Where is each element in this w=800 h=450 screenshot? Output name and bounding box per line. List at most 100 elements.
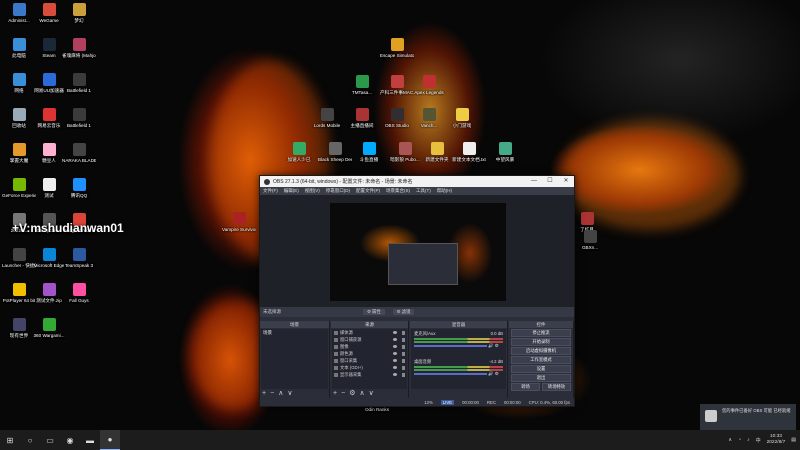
source-row[interactable]: 窗口捕获源 (332, 336, 407, 343)
tab-transition-effects[interactable]: 转场特效 (542, 383, 571, 391)
volume-icon[interactable]: ♪ (747, 437, 750, 443)
folder-icon[interactable]: ▬ (80, 430, 100, 450)
properties-button[interactable]: ⚙ 属性 (363, 309, 385, 315)
volume-slider[interactable] (414, 373, 487, 375)
move-up-icon[interactable]: ∧ (278, 390, 283, 398)
desktop-icon[interactable]: 产科三件事MAC... (380, 75, 414, 96)
chrome-icon[interactable]: ◉ (60, 430, 80, 450)
tray-expand-icon[interactable]: ∧ (728, 437, 732, 443)
source-row[interactable]: 窗口采集 (332, 357, 407, 364)
desktop-icon[interactable]: 腾讯QQ (62, 178, 96, 199)
source-row[interactable]: 图像 (332, 343, 407, 350)
desktop-icon[interactable]: GeForce Experience (2, 178, 36, 199)
menu-docks[interactable]: 停靠窗口(D) (326, 188, 350, 194)
desktop-icon[interactable]: 现有世界 (2, 318, 36, 339)
add-icon[interactable]: + (333, 390, 337, 398)
filters-button[interactable]: ⚙ 滤镜 (392, 309, 415, 315)
desktop-icon[interactable]: 测试 (32, 178, 66, 199)
menu-tools[interactable]: 工具(T) (416, 188, 431, 194)
notification-center-icon[interactable]: ▤ (791, 437, 796, 443)
notification-toast[interactable]: 您的事件已备好 OBS 可能 已经就绪 (700, 404, 796, 430)
desktop-icon[interactable]: 网易云音乐 (32, 108, 66, 129)
search-icon[interactable]: ○ (20, 430, 40, 450)
stop-streaming-button[interactable]: 停止推流 (511, 329, 571, 337)
desktop-icon[interactable]: 斗鱼直播 (352, 142, 386, 163)
preview-canvas[interactable] (330, 203, 506, 301)
start-recording-button[interactable]: 开始录制 (511, 338, 571, 346)
menu-help[interactable]: 帮助(H) (437, 188, 452, 194)
desktop-icon[interactable]: 加速人少已 (282, 142, 316, 163)
visibility-eye-icon[interactable] (393, 359, 397, 362)
studio-mode-button[interactable]: 工作室模式 (511, 356, 571, 364)
scenes-list[interactable]: 场景 (261, 329, 328, 389)
move-down-icon[interactable]: ∨ (369, 390, 374, 398)
desktop-icon[interactable]: 网易UU加速器 (32, 73, 66, 94)
desktop-icon[interactable]: 小门游戏 (445, 108, 479, 129)
desktop-icon[interactable]: Apex Legends (412, 75, 446, 96)
desktop-icon[interactable]: Administ... (2, 3, 36, 24)
menu-view[interactable]: 视图(V) (305, 188, 320, 194)
menu-file[interactable]: 文件(F) (263, 188, 278, 194)
start-virtual-camera-button[interactable]: 启动虚拟摄像机 (511, 347, 571, 355)
desktop-icon[interactable]: 梦幻 (62, 3, 96, 24)
move-down-icon[interactable]: ∨ (287, 390, 292, 398)
menu-scene-collection[interactable]: 场景集合(S) (386, 188, 410, 194)
desktop-icon[interactable]: Lords Mobile (310, 108, 344, 129)
lock-icon[interactable] (402, 351, 405, 356)
desktop-icon[interactable]: TeamSpeak 3 (62, 248, 96, 269)
remove-icon[interactable]: − (341, 390, 345, 398)
desktop-icon[interactable]: NARAKA BLADEPOI... (62, 143, 96, 164)
desktop-icon[interactable]: WeGame (32, 3, 66, 24)
desktop-icon[interactable]: 网络 (2, 73, 36, 94)
remove-icon[interactable]: − (270, 390, 274, 398)
visibility-eye-icon[interactable] (393, 331, 397, 334)
desktop-icon[interactable]: OBS Studio (380, 108, 414, 129)
desktop-icon[interactable]: Black Sheep Demo (318, 142, 352, 163)
task-view-icon[interactable]: ▭ (40, 430, 60, 450)
visibility-eye-icon[interactable] (393, 338, 397, 341)
maximize-button[interactable]: ☐ (542, 176, 558, 187)
menu-profile[interactable]: 配置文件(P) (356, 188, 380, 194)
desktop-icon[interactable]: TMTasa... (345, 75, 379, 96)
desktop-icon[interactable]: Fall Guys (62, 283, 96, 304)
scene-item[interactable]: 场景 (261, 329, 328, 337)
desktop-icon[interactable]: Steam (32, 38, 66, 59)
desktop-icon[interactable]: 此电脑 (2, 38, 36, 59)
desktop-icon[interactable]: Battlefield 1 (62, 108, 96, 129)
volume-slider[interactable] (414, 345, 487, 347)
desktop-icon[interactable]: Microsoft Edge (32, 248, 66, 269)
menu-edit[interactable]: 编辑(E) (284, 188, 299, 194)
source-row[interactable]: 颜色源 (332, 350, 407, 357)
source-row[interactable]: 显示器采集 (332, 371, 407, 378)
gear-icon[interactable]: ⚙ (349, 390, 355, 398)
visibility-eye-icon[interactable] (393, 352, 397, 355)
source-row[interactable]: 媒体源 (332, 329, 407, 336)
desktop-icon[interactable]: 糖豆人 (32, 143, 66, 164)
add-icon[interactable]: + (262, 390, 266, 398)
desktop-icon[interactable]: 测试文件.zip (32, 283, 66, 304)
lock-icon[interactable] (402, 330, 405, 335)
lock-icon[interactable] (402, 358, 405, 363)
desktop-icon[interactable]: PotPlayer 64 bit (2, 283, 36, 304)
lock-icon[interactable] (402, 344, 405, 349)
source-row[interactable]: 文本 (GDI+) (332, 364, 407, 371)
visibility-eye-icon[interactable] (393, 366, 397, 369)
clock[interactable]: 10:33 2022/8/7 (767, 434, 786, 446)
speaker-icon[interactable]: 🔊 (488, 371, 493, 376)
move-up-icon[interactable]: ∧ (359, 390, 364, 398)
settings-button[interactable]: 设置 (511, 365, 571, 373)
windows-start-icon[interactable]: ⊞ (0, 430, 20, 450)
input-language[interactable]: 中 (756, 437, 761, 444)
desktop-icon[interactable]: 回收站 (2, 108, 36, 129)
desktop-icon[interactable]: 主播直播间 (345, 108, 379, 129)
desktop-icon[interactable]: GBXn... (573, 230, 607, 251)
desktop-icon[interactable]: 新建文本文档.txt (452, 142, 486, 163)
desktop-icon[interactable]: 暗影狼 Pubo... (388, 142, 422, 163)
desktop-icon[interactable]: 新建文件夹 (420, 142, 454, 163)
desktop-icon[interactable]: 中望风暴 (488, 142, 522, 163)
exit-button[interactable]: 退出 (511, 374, 571, 382)
visibility-eye-icon[interactable] (393, 345, 397, 348)
desktop-icon[interactable]: Vanch... (412, 108, 446, 129)
gear-icon[interactable]: ⚙ (495, 343, 499, 348)
lock-icon[interactable] (402, 337, 405, 342)
